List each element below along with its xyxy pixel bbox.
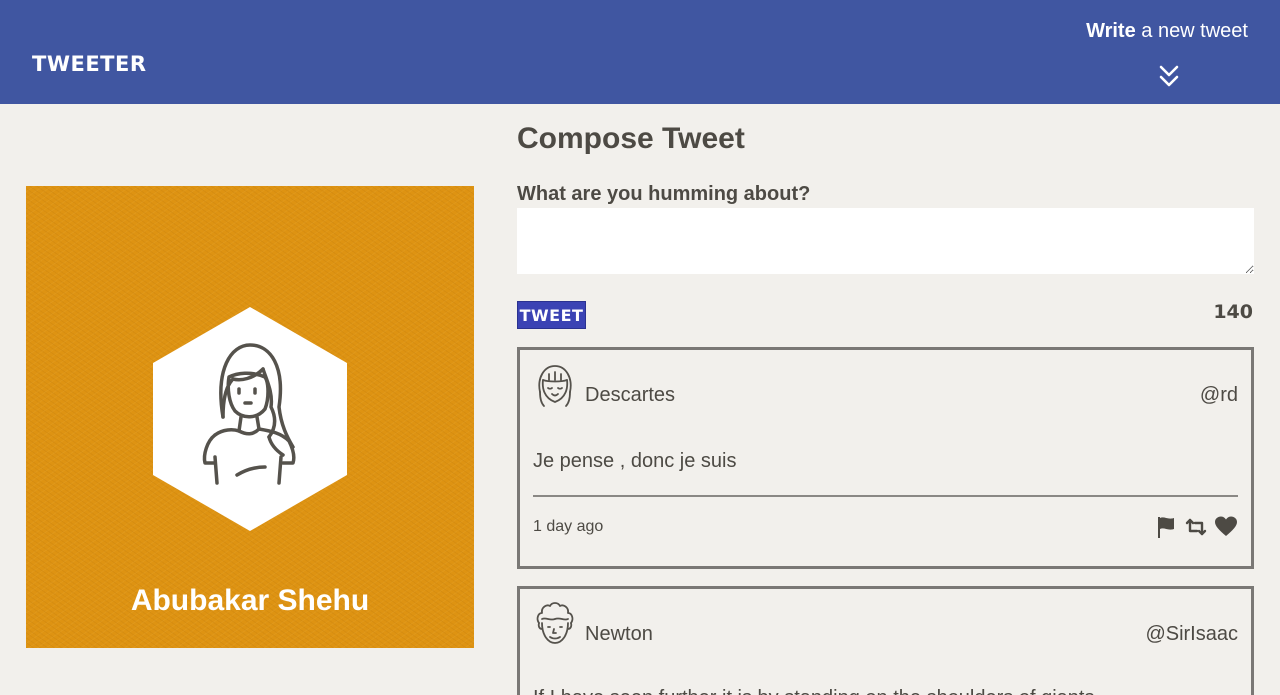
profile-card: Abubakar Shehu (26, 186, 474, 648)
curly-hair-avatar-icon (536, 602, 574, 644)
profile-name: Abubakar Shehu (130, 584, 370, 617)
top-nav: TWEETER Write a new tweet (0, 0, 1280, 104)
double-chevron-down-icon[interactable] (1157, 64, 1181, 90)
write-new-tweet-toggle[interactable]: Write a new tweet (1086, 20, 1248, 43)
tweet-actions (1154, 515, 1238, 539)
tweet-divider (533, 495, 1238, 497)
compose-label: What are you humming about? (517, 183, 811, 205)
tweet-text: Je pense , donc je suis (533, 450, 737, 472)
girl-avatar-icon (538, 365, 572, 407)
character-counter: 140 (1213, 301, 1253, 323)
tweet-button[interactable]: TWEET (517, 301, 586, 329)
tweet-timestamp: 1 day ago (533, 518, 604, 535)
tweet-text: If I have seen further it is by standing… (533, 687, 1094, 695)
tweet-author-name: Descartes (585, 384, 676, 406)
tweet-input[interactable] (517, 208, 1254, 274)
brand-logo[interactable]: TWEETER (32, 52, 147, 76)
compose-title: Compose Tweet (517, 122, 745, 155)
heart-icon[interactable] (1214, 515, 1238, 539)
tweet-card: Newton @SirIsaac If I have seen further … (517, 586, 1254, 695)
write-label-bold: Write (1086, 20, 1136, 42)
tweet-author-handle: @SirIsaac (1145, 623, 1238, 645)
profile-avatar-icon (153, 307, 347, 531)
tweet-card: Descartes @rd Je pense , donc je suis 1 … (517, 347, 1254, 569)
retweet-icon[interactable] (1184, 515, 1208, 539)
write-label-rest: a new tweet (1135, 20, 1248, 42)
flag-icon[interactable] (1154, 515, 1178, 539)
tweet-author-handle: @rd (1199, 384, 1238, 406)
tweet-author-name: Newton (585, 623, 653, 645)
